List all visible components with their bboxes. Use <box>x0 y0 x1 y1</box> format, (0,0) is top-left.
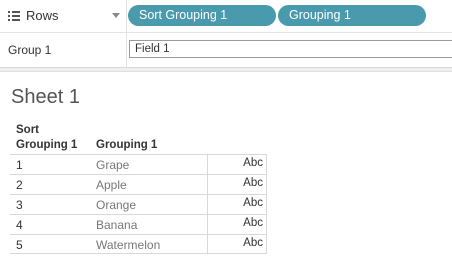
sort-cell: 5 <box>16 238 23 252</box>
group-label: Group 1 <box>8 43 52 57</box>
chevron-down-icon[interactable] <box>112 13 120 18</box>
divider <box>0 68 452 72</box>
tableau-worksheet: Rows Sort Grouping 1 Grouping 1 Group 1 … <box>0 0 452 270</box>
table-row[interactable]: 1 Grape Abc <box>10 154 267 174</box>
table-border <box>266 154 267 254</box>
table-row[interactable]: 2 Apple Abc <box>10 174 267 194</box>
table-row[interactable]: 5 Watermelon Abc <box>10 234 267 254</box>
grouping-cell: Apple <box>96 178 127 192</box>
rows-shelf-label[interactable]: Rows <box>0 0 127 32</box>
grouping-cell: Orange <box>96 198 137 212</box>
value-cell: Abc <box>207 235 267 254</box>
sort-cell: 1 <box>16 158 23 172</box>
value-cell: Abc <box>207 175 267 194</box>
pill-sort-grouping-1[interactable]: Sort Grouping 1 <box>128 5 276 26</box>
table-row[interactable]: 3 Orange Abc <box>10 194 267 214</box>
table-row[interactable]: 4 Banana Abc <box>10 214 267 234</box>
column-header-line: Sort <box>16 124 39 136</box>
rows-shelf: Rows Sort Grouping 1 Grouping 1 <box>0 0 452 33</box>
column-header-sort-grouping[interactable]: Sort Grouping 1 <box>16 123 96 153</box>
sort-cell: 4 <box>16 218 23 232</box>
column-header-grouping[interactable]: Grouping 1 <box>96 138 157 153</box>
sort-cell: 3 <box>16 198 23 212</box>
grouping-cell: Watermelon <box>96 238 161 252</box>
rows-icon <box>8 10 20 22</box>
pill-grouping-1[interactable]: Grouping 1 <box>278 5 426 26</box>
grouping-cell: Banana <box>96 218 138 232</box>
value-cell: Abc <box>207 215 267 234</box>
sheet-title: Sheet 1 <box>11 86 80 108</box>
value-cell: Abc <box>207 155 267 174</box>
column-header-line: Grouping 1 <box>16 139 78 151</box>
group-filter-row: Group 1 Field 1 <box>0 33 452 68</box>
divider <box>126 33 127 67</box>
sort-cell: 2 <box>16 178 23 192</box>
data-table: 1 Grape Abc 2 Apple Abc 3 Orange Abc 4 B… <box>10 154 267 254</box>
field-input[interactable]: Field 1 <box>129 40 452 58</box>
value-cell: Abc <box>207 195 267 214</box>
grouping-cell: Grape <box>96 158 130 172</box>
rows-label: Rows <box>26 8 59 23</box>
